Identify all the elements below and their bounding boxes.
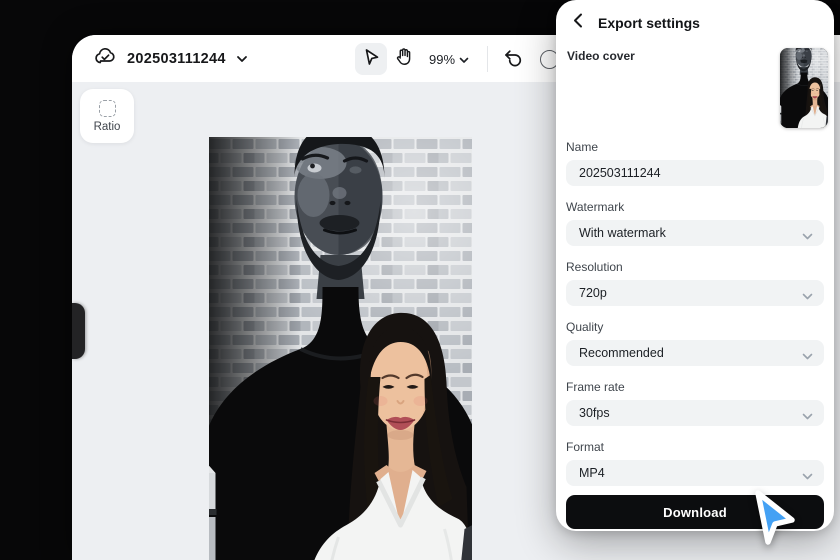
video-cover-thumbnail[interactable] (780, 48, 828, 128)
video-cover-label: Video cover (567, 49, 635, 63)
frame-rate-label: Frame rate (566, 380, 625, 394)
chevron-down-icon (802, 288, 813, 306)
panel-title: Export settings (598, 15, 700, 31)
frame-rate-select[interactable]: 30fps (566, 400, 824, 426)
name-field: Name (566, 140, 824, 186)
toolbar-divider (487, 46, 489, 72)
undo-button[interactable] (496, 43, 528, 75)
format-select[interactable]: MP4 (566, 460, 824, 486)
resolution-select[interactable]: 720p (566, 280, 824, 306)
zoom-chevron-down-icon (459, 52, 469, 67)
project-title: 202503111244 (127, 51, 226, 67)
hand-icon (393, 46, 414, 72)
video-canvas[interactable] (209, 137, 472, 560)
back-button[interactable] (568, 13, 588, 33)
resolution-field: Resolution 720p (566, 260, 824, 306)
title-chevron-down-icon[interactable] (236, 50, 248, 68)
chevron-down-icon (802, 408, 813, 426)
cloud-saved-icon (94, 46, 117, 72)
chevron-down-icon (802, 228, 813, 246)
cursor-arrow-icon (361, 47, 381, 72)
chevron-left-icon (573, 13, 583, 33)
desktop-background: 202503111244 99% Ratio Export settings V… (0, 0, 840, 560)
frame-rate-field: Frame rate 30fps (566, 380, 824, 426)
zoom-level: 99% (429, 51, 456, 67)
export-form: Name Watermark With watermark Resolution… (566, 140, 824, 500)
zoom-control[interactable]: 99% (429, 52, 469, 67)
watermark-label: Watermark (566, 200, 625, 214)
resolution-label: Resolution (566, 260, 623, 274)
name-input[interactable] (579, 160, 811, 186)
chevron-down-icon (802, 348, 813, 366)
select-tool-button[interactable] (355, 43, 387, 75)
quality-field: Quality Recommended (566, 320, 824, 366)
quality-select[interactable]: Recommended (566, 340, 824, 366)
ratio-tool-button[interactable]: Ratio (80, 89, 134, 143)
undo-icon (502, 47, 522, 72)
watermark-select[interactable]: With watermark (566, 220, 824, 246)
download-label: Download (663, 504, 727, 520)
sidebar-drawer-handle[interactable] (72, 303, 85, 359)
quality-label: Quality (566, 320, 604, 334)
hand-tool-button[interactable] (387, 43, 419, 75)
format-field: Format MP4 (566, 440, 824, 486)
export-settings-panel: Export settings Video cover Name Waterma… (556, 0, 834, 531)
format-label: Format (566, 440, 605, 454)
ratio-dashed-square-icon (98, 99, 116, 117)
chevron-down-icon (802, 468, 813, 486)
ratio-label: Ratio (93, 120, 121, 133)
name-label: Name (566, 140, 599, 154)
mouse-pointer-cursor (755, 490, 795, 545)
watermark-field: Watermark With watermark (566, 200, 824, 246)
